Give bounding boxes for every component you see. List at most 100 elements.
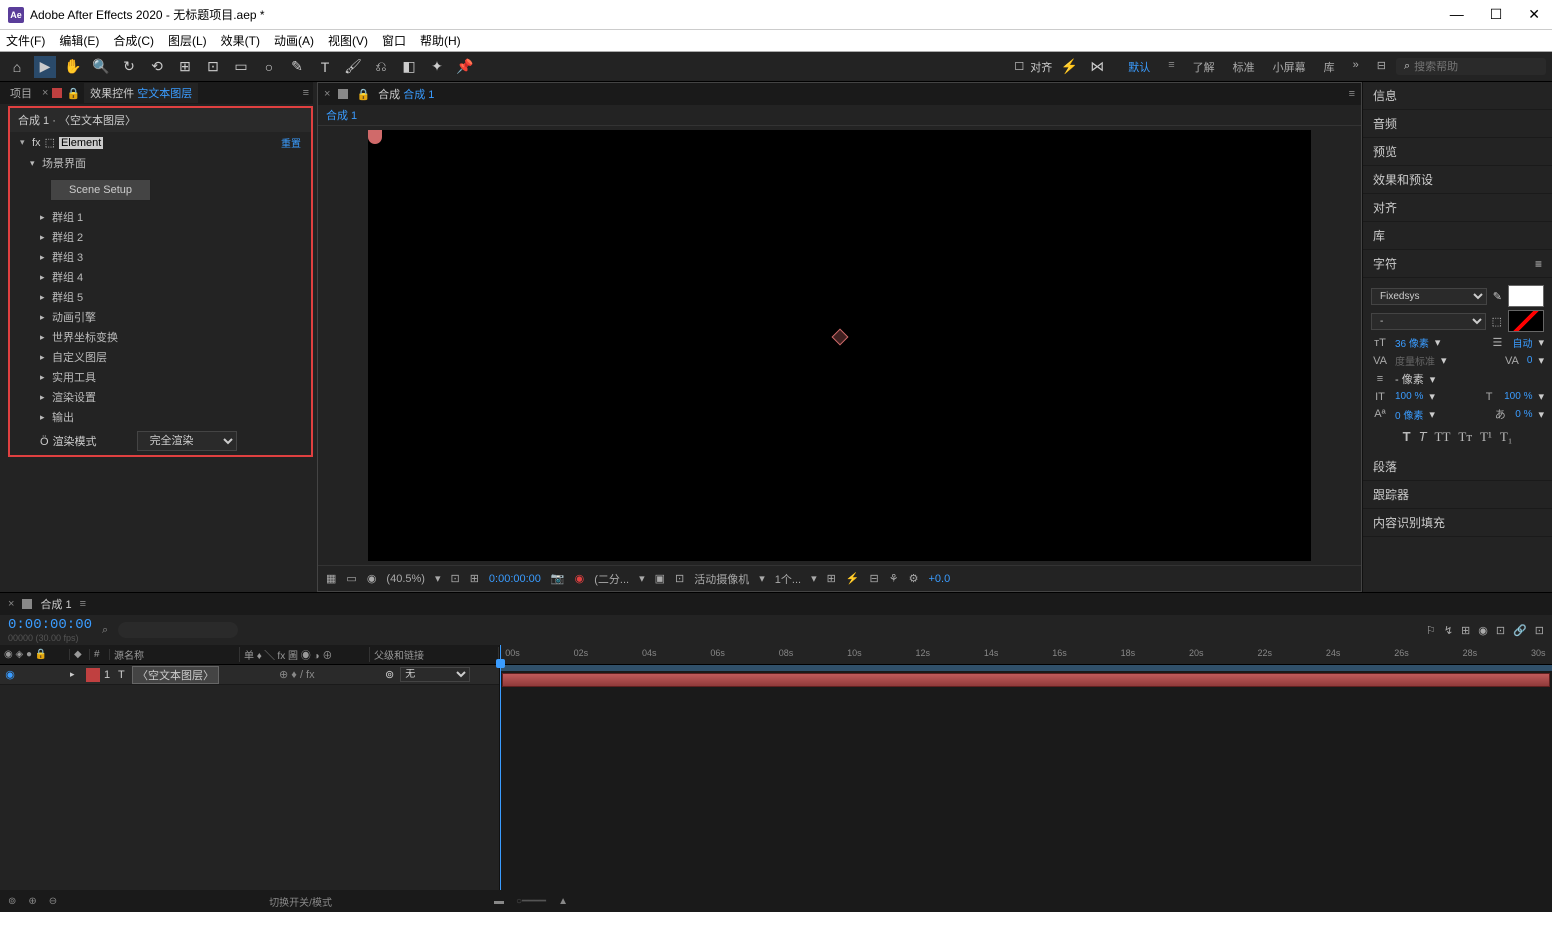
- snap-options-icon[interactable]: ⚡: [1058, 56, 1080, 78]
- effect-reset-link[interactable]: 重置: [281, 135, 301, 150]
- group-3[interactable]: ▸群组 3: [10, 247, 311, 267]
- zoom-level[interactable]: (40.5%): [386, 573, 425, 585]
- toggle-switches-modes[interactable]: 切换开关/模式: [269, 894, 332, 909]
- toggle-switches-icon[interactable]: ⊚: [8, 896, 16, 907]
- chevron-right-icon[interactable]: ▸: [70, 669, 82, 680]
- camera-dropdown[interactable]: 活动摄像机: [694, 571, 749, 587]
- panel-audio[interactable]: 音频: [1363, 110, 1552, 138]
- layer-color-chip[interactable]: [86, 668, 100, 682]
- roto-tool-icon[interactable]: ✦: [426, 56, 448, 78]
- chevron-down-icon[interactable]: ▾: [20, 137, 32, 148]
- leading-value[interactable]: 自动: [1512, 335, 1532, 350]
- motion-blur-icon[interactable]: ◉: [1478, 624, 1488, 637]
- col-source-name[interactable]: 源名称: [110, 647, 240, 662]
- rect-tool-icon[interactable]: ▭: [230, 56, 252, 78]
- workspace-edit-icon[interactable]: ⊟: [1377, 59, 1386, 75]
- eraser-tool-icon[interactable]: ◧: [398, 56, 420, 78]
- panel-align[interactable]: 对齐: [1363, 194, 1552, 222]
- puppet-tool-icon[interactable]: 📌: [454, 56, 476, 78]
- superscript-button[interactable]: T¹: [1480, 429, 1492, 445]
- allcaps-button[interactable]: TT: [1435, 429, 1451, 445]
- anchor-point-icon[interactable]: [831, 328, 848, 345]
- search-input[interactable]: [1414, 61, 1538, 73]
- panel-menu-icon[interactable]: ≡: [1349, 88, 1355, 100]
- tab-project[interactable]: 项目: [4, 83, 38, 103]
- scene-interface-row[interactable]: ▾ 场景界面: [10, 153, 311, 173]
- workspace-learn[interactable]: 了解: [1193, 59, 1215, 75]
- text-tool-icon[interactable]: T: [314, 56, 336, 78]
- col-parent[interactable]: 父级和链接: [370, 647, 499, 662]
- effect-element[interactable]: ▾ fx ⬚ Element 重置: [10, 132, 311, 153]
- layer-name[interactable]: 〈空文本图层〉: [132, 666, 219, 684]
- group-4[interactable]: ▸群组 4: [10, 267, 311, 287]
- workspace-standard[interactable]: 标准: [1233, 59, 1255, 75]
- font-size-value[interactable]: 36 像素: [1395, 335, 1429, 350]
- timeline-close-icon[interactable]: ×: [8, 598, 14, 610]
- render-icon[interactable]: ⊡: [1535, 624, 1544, 637]
- group-world[interactable]: ▸世界坐标变换: [10, 327, 311, 347]
- alpha-icon[interactable]: ▦: [326, 572, 336, 585]
- time-ruler[interactable]: 00s 02s 04s 06s 08s 10s 12s 14s 16s 18s …: [500, 645, 1552, 665]
- workspace-library[interactable]: 库: [1324, 59, 1335, 75]
- workspace-small[interactable]: 小屏幕: [1273, 59, 1306, 75]
- parent-pickwhip-icon[interactable]: ⊚: [385, 668, 394, 681]
- tracking-value[interactable]: 0: [1527, 355, 1533, 366]
- reset-exposure-icon[interactable]: ⚙: [909, 572, 919, 585]
- clone-tool-icon[interactable]: ⎌: [370, 56, 392, 78]
- zoom-in-icon[interactable]: ⊕: [28, 896, 36, 907]
- close-button[interactable]: ✕: [1524, 6, 1544, 23]
- visibility-toggle-icon[interactable]: ◉: [0, 668, 20, 681]
- italic-button[interactable]: T: [1419, 429, 1427, 445]
- hscale-value[interactable]: 100 %: [1504, 391, 1532, 402]
- maximize-button[interactable]: ☐: [1486, 6, 1507, 23]
- menu-edit[interactable]: 编辑(E): [59, 32, 99, 49]
- group-output[interactable]: ▸输出: [10, 407, 311, 427]
- exposure-value[interactable]: +0.0: [928, 573, 950, 585]
- render-mode-select[interactable]: 完全渲染: [137, 431, 237, 451]
- group-5[interactable]: ▸群组 5: [10, 287, 311, 307]
- viewer-close-icon[interactable]: ×: [324, 88, 330, 100]
- font-style-select[interactable]: -: [1371, 313, 1486, 330]
- stopwatch-icon[interactable]: Ö: [40, 436, 49, 448]
- subscript-button[interactable]: T₁: [1500, 429, 1512, 445]
- group-util[interactable]: ▸实用工具: [10, 367, 311, 387]
- panel-content-aware-fill[interactable]: 内容识别填充: [1363, 509, 1552, 537]
- group-custom[interactable]: ▸自定义图层: [10, 347, 311, 367]
- menu-file[interactable]: 文件(F): [6, 32, 45, 49]
- viewer-canvas[interactable]: [368, 130, 1311, 561]
- selection-tool-icon[interactable]: ▶: [34, 56, 56, 78]
- current-time[interactable]: 0:00:00:00: [489, 573, 541, 585]
- menu-effect[interactable]: 效果(T): [221, 32, 260, 49]
- panel-menu-icon[interactable]: ≡: [1535, 257, 1542, 271]
- panel-tracker[interactable]: 跟踪器: [1363, 481, 1552, 509]
- tab-close-icon[interactable]: ×: [42, 87, 48, 99]
- baseline-value[interactable]: 0 像素: [1395, 407, 1423, 422]
- kerning-value[interactable]: 度量标准: [1395, 353, 1435, 368]
- vscale-value[interactable]: 100 %: [1395, 391, 1423, 402]
- workspace-default[interactable]: 默认: [1128, 59, 1150, 75]
- stroke-color-swatch[interactable]: [1508, 310, 1544, 332]
- mask-icon[interactable]: ◉: [367, 572, 377, 585]
- menu-layer[interactable]: 图层(L): [168, 32, 207, 49]
- chevron-down-icon[interactable]: ▾: [30, 158, 42, 169]
- orbit-tool-icon[interactable]: ↻: [118, 56, 140, 78]
- panel-library[interactable]: 库: [1363, 222, 1552, 250]
- smallcaps-button[interactable]: Tᴛ: [1458, 429, 1472, 445]
- anchor-tool-icon[interactable]: ⊡: [202, 56, 224, 78]
- home-icon[interactable]: ⌂: [6, 56, 28, 78]
- zoom-tool-icon[interactable]: 🔍: [90, 56, 112, 78]
- panel-character-header[interactable]: 字符≡: [1363, 250, 1552, 278]
- hand-tool-icon[interactable]: ✋: [62, 56, 84, 78]
- channel-icon[interactable]: ◉: [575, 572, 585, 585]
- menu-view[interactable]: 视图(V): [328, 32, 368, 49]
- fx-icon[interactable]: fx: [32, 137, 41, 149]
- search-help[interactable]: ⌕: [1396, 58, 1546, 75]
- resolution-icon[interactable]: ⊡: [450, 572, 459, 585]
- viewer-tab[interactable]: 合成 合成 1: [378, 86, 434, 102]
- ellipse-tool-icon[interactable]: ○: [258, 56, 280, 78]
- tsume-value[interactable]: 0 %: [1515, 409, 1532, 420]
- graph-editor-icon[interactable]: ⊡: [1496, 624, 1505, 637]
- eyedropper-icon[interactable]: ✎: [1493, 290, 1502, 303]
- lock-icon[interactable]: 🔒: [356, 88, 370, 101]
- zoom-out-icon[interactable]: ⊖: [49, 896, 57, 907]
